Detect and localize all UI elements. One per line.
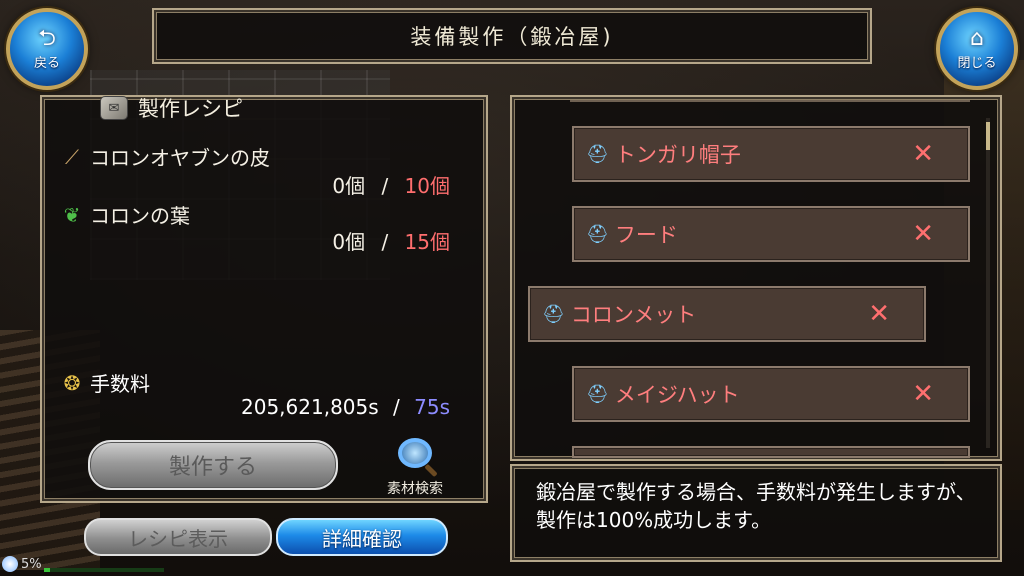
cross-icon: ✕ xyxy=(868,299,890,329)
close-button[interactable]: ⌂ 閉じる xyxy=(936,8,1018,90)
back-button[interactable]: ⮌ 戻る xyxy=(6,8,88,90)
recipe-scroll-icon: ✉ xyxy=(100,96,128,120)
stamina-bar-fill xyxy=(44,568,50,572)
material-separator-1: / xyxy=(381,174,389,198)
close-button-label: 閉じる xyxy=(957,55,997,71)
detail-button[interactable]: 詳細確認 xyxy=(276,518,448,556)
material-name-1-label: コロンオヤブンの皮 xyxy=(90,146,270,170)
material-need-1: 10個 xyxy=(404,174,450,198)
fee-label: ❂ 手数料 xyxy=(60,368,150,397)
list-item-label: フード xyxy=(614,223,678,247)
list-item-label: トンガリ帽子 xyxy=(614,143,741,167)
material-count-2: 0個 / 15個 xyxy=(250,226,450,255)
stamina-bar-track xyxy=(44,568,164,572)
stamina-orb-icon xyxy=(2,556,18,572)
list-item[interactable]: ⛑ トンガリ帽子 ✕ xyxy=(572,126,970,182)
recipe-heading: ✉ 製作レシピ xyxy=(100,88,290,128)
fee-owned: 205,621,805s xyxy=(241,395,379,419)
craft-button-label: 製作する xyxy=(168,455,257,480)
list-item-selected[interactable]: ⛑ コロンメット ✕ xyxy=(528,286,926,342)
material-search-label: 素材検索 xyxy=(387,481,443,497)
fee-label-text: 手数料 xyxy=(90,372,150,396)
material-have-2: 0個 xyxy=(332,230,366,254)
material-have-1: 0個 xyxy=(332,174,366,198)
list-item-label: コロンメット xyxy=(570,303,697,327)
material-search-button[interactable]: 素材検索 xyxy=(370,438,460,498)
hat-icon: ⛑ xyxy=(542,303,565,325)
stamina-text: 5% xyxy=(21,556,42,572)
list-scrollbar[interactable] xyxy=(986,118,990,448)
list-scroll-thumb[interactable] xyxy=(986,122,990,150)
hat-icon: ⛑ xyxy=(586,383,609,405)
craft-button[interactable]: 製作する xyxy=(88,440,338,490)
home-icon: ⌂ xyxy=(970,25,984,51)
fee-cost: 75s xyxy=(414,395,450,419)
list-item-partial[interactable] xyxy=(572,446,970,458)
cross-icon: ✕ xyxy=(912,379,934,409)
recipe-heading-label: 製作レシピ xyxy=(138,97,243,121)
detail-button-label: 詳細確認 xyxy=(322,526,402,551)
coin-icon: ❂ xyxy=(63,370,81,395)
cross-icon: ✕ xyxy=(912,139,934,169)
list-item[interactable]: ⛑ メイジハット ✕ xyxy=(572,366,970,422)
material-name-2: ❦ コロンの葉 xyxy=(60,200,190,229)
back-button-label: 戻る xyxy=(33,55,60,71)
magnifier-icon xyxy=(398,438,432,468)
material-separator-2: / xyxy=(381,230,389,254)
material-name-2-label: コロンの葉 xyxy=(90,204,190,228)
hat-icon: ⛑ xyxy=(586,223,609,245)
leaf-icon: ❦ xyxy=(63,202,81,227)
page-title: 装備製作（鍛冶屋) xyxy=(410,25,614,49)
return-arrow-icon: ⮌ xyxy=(38,25,56,51)
list-top-divider xyxy=(570,100,970,102)
list-item-label: メイジハット xyxy=(614,383,740,407)
list-item[interactable]: ⛑ フード ✕ xyxy=(572,206,970,262)
fee-separator: / xyxy=(393,395,400,419)
material-need-2: 15個 xyxy=(404,230,450,254)
stamina-indicator: 5% xyxy=(2,556,42,572)
leather-icon: ⟋ xyxy=(65,144,79,169)
title-bar: 装備製作（鍛冶屋) xyxy=(152,8,872,64)
recipe-view-button[interactable]: レシピ表示 xyxy=(84,518,272,556)
cross-icon: ✕ xyxy=(912,219,934,249)
recipe-view-label: レシピ表示 xyxy=(128,526,228,551)
fee-value: 205,621,805s / 75s xyxy=(190,395,450,419)
material-name-1: ⟋ コロンオヤブンの皮 xyxy=(60,142,270,171)
message-text: 鍛冶屋で製作する場合、手数料が発生しますが、製作は100%成功します。 xyxy=(536,480,976,532)
hat-icon: ⛑ xyxy=(586,143,609,165)
material-count-1: 0個 / 10個 xyxy=(250,170,450,199)
